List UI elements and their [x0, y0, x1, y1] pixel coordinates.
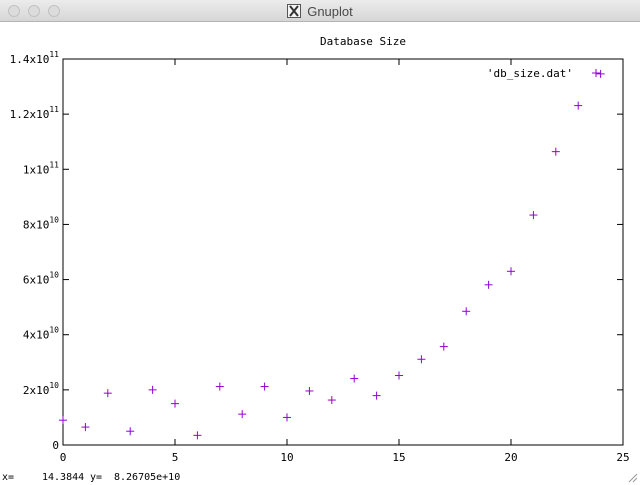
x-tick-label: 5 — [172, 451, 179, 464]
status-x-label: x= — [2, 472, 15, 483]
resize-grip-icon[interactable] — [626, 471, 638, 483]
data-point — [395, 371, 403, 380]
data-point — [193, 431, 202, 440]
status-x-value: 14.3844 — [42, 472, 85, 483]
data-point — [574, 101, 583, 110]
legend-label: 'db_size.dat' — [487, 67, 573, 80]
plot-border — [62, 58, 624, 446]
data-point — [417, 355, 426, 364]
data-point — [81, 423, 90, 432]
x-tick-label: 15 — [392, 451, 405, 464]
y-tick-label: 4x1010 — [23, 326, 59, 342]
data-point — [126, 427, 135, 436]
title-bar[interactable]: Gnuplot — [0, 0, 640, 22]
data-point — [372, 391, 381, 400]
x-tick-label: 20 — [504, 451, 517, 464]
data-point — [148, 385, 157, 394]
chart-title: Database Size — [320, 35, 406, 48]
y-tick-label: 8x1010 — [23, 215, 59, 231]
data-point — [529, 211, 538, 220]
y-tick-label: 0 — [52, 439, 59, 452]
status-y-label: y= — [90, 472, 103, 483]
data-point — [305, 386, 314, 395]
plot-area[interactable]: Database Size 'db_size.dat' 0 5 10 15 20 25 0 2x… — [0, 22, 640, 472]
data-point — [350, 374, 359, 383]
x11-icon — [287, 4, 302, 18]
y-tick-label: 1.2x1011 — [10, 105, 60, 121]
y-tick-label: 2x1010 — [23, 381, 59, 397]
coordinate-readout: x= 14.3844 y= 8.26705e+10 — [0, 472, 610, 485]
x-tick-label: 10 — [280, 451, 293, 464]
data-point — [238, 410, 247, 419]
data-point — [260, 382, 269, 391]
data-point — [59, 416, 67, 425]
window-title: Gnuplot — [307, 3, 353, 19]
data-point — [507, 267, 515, 276]
gnuplot-window: Gnuplot Database Size 'db_size.dat' 0 5 10 1… — [0, 0, 640, 485]
data-point — [439, 342, 448, 351]
y-tick-label: 1x1011 — [23, 160, 59, 176]
x-tick-label: 25 — [616, 451, 629, 464]
data-point — [171, 399, 179, 408]
data-point — [484, 280, 493, 289]
legend-marker — [592, 69, 600, 77]
data-point — [283, 413, 291, 422]
data-point — [103, 389, 112, 398]
data-point — [327, 396, 336, 405]
data-point — [215, 382, 224, 391]
status-y-value: 8.26705e+10 — [114, 472, 181, 483]
data-point — [596, 69, 605, 78]
y-tick-label: 6x1010 — [23, 271, 59, 287]
data-point — [462, 307, 471, 316]
y-tick-label: 1.4x1011 — [10, 50, 60, 66]
data-point — [551, 147, 560, 156]
x-tick-label: 0 — [60, 451, 67, 464]
